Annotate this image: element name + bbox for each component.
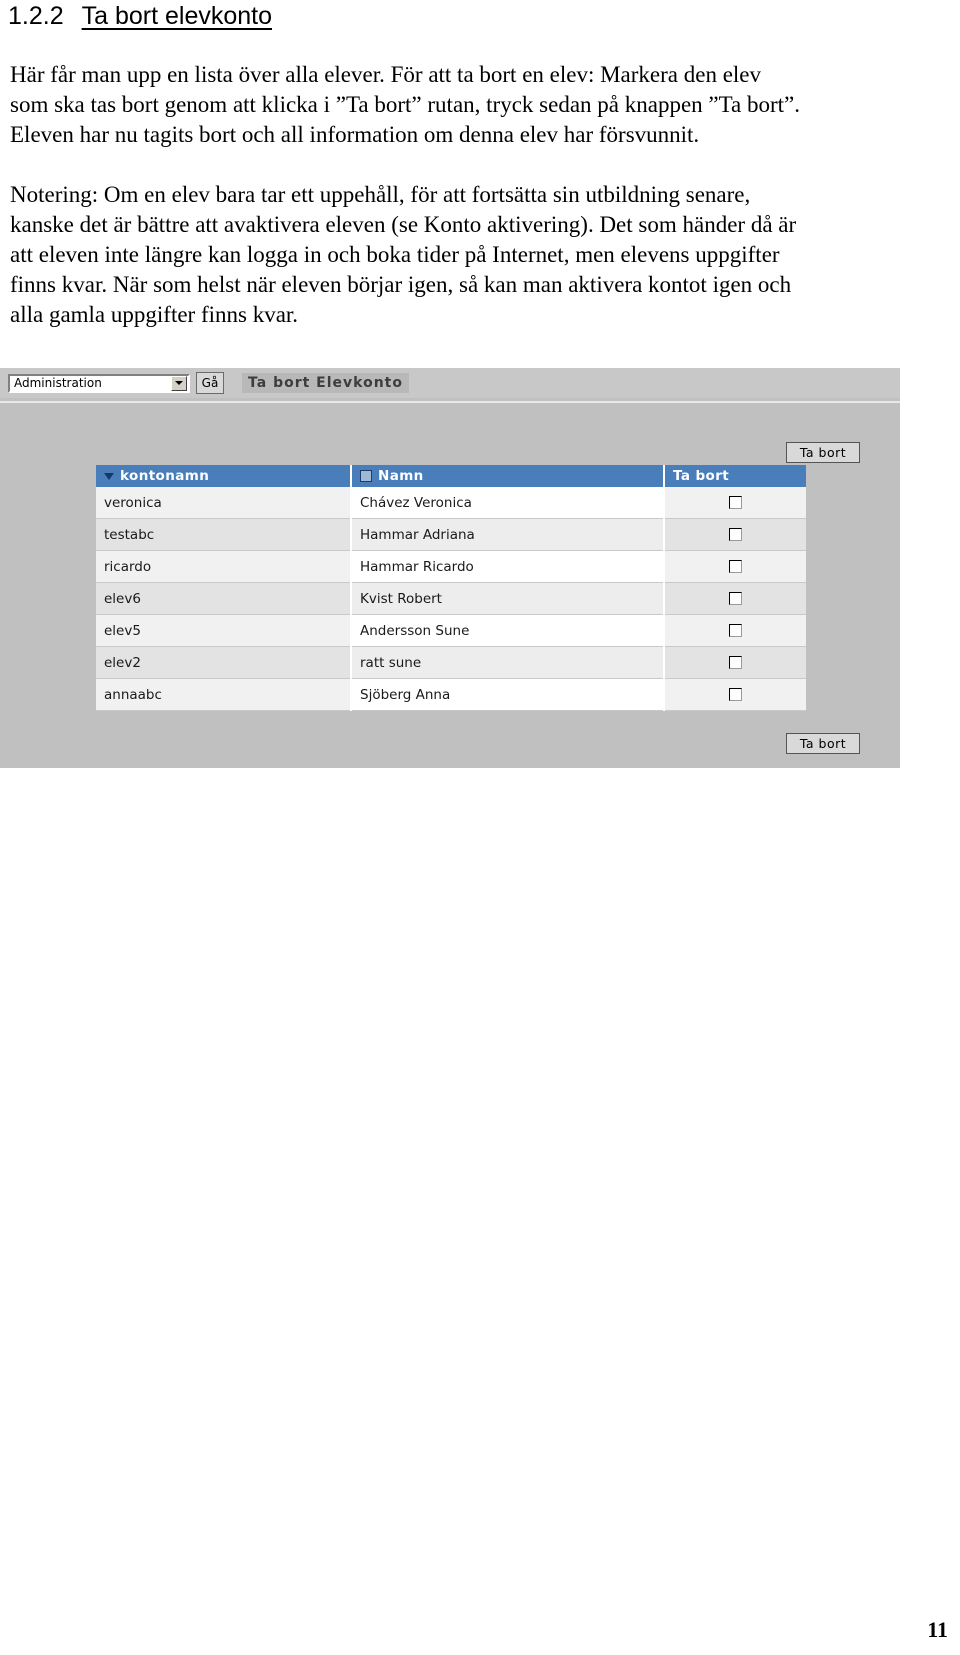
delete-checkbox[interactable]: [729, 624, 742, 637]
delete-button-row-top: Ta bort: [0, 442, 900, 463]
cell-kontonamn: testabc: [96, 518, 352, 551]
paragraph-line: som ska tas bort genom att klicka i ”Ta …: [10, 92, 801, 117]
table-header-row: kontonamn Namn Ta bort: [96, 465, 806, 487]
cell-kontonamn: elev2: [96, 646, 352, 679]
module-select[interactable]: Administration: [8, 373, 190, 393]
cell-namn: Hammar Ricardo: [351, 550, 665, 583]
paragraph-line: Notering: Om en elev bara tar ett uppehå…: [10, 182, 751, 207]
cell-namn: ratt sune: [351, 646, 665, 679]
paragraph-line: Eleven har nu tagits bort och all inform…: [10, 122, 700, 147]
page-number: 11: [927, 1617, 948, 1642]
column-header-kontonamn[interactable]: kontonamn: [96, 465, 352, 487]
paragraph-intro: Här får man upp en lista över alla eleve…: [10, 60, 940, 150]
delete-checkbox[interactable]: [729, 528, 742, 541]
cell-kontonamn: veronica: [96, 487, 352, 519]
cell-namn: Kvist Robert: [351, 582, 665, 615]
cell-kontonamn: annaabc: [96, 678, 352, 711]
column-header-ta-bort[interactable]: Ta bort: [664, 465, 806, 487]
paragraph-line: finns kvar. När som helst när eleven bör…: [10, 272, 792, 297]
go-button[interactable]: Gå: [196, 372, 224, 394]
cell-ta-bort[interactable]: [664, 614, 806, 647]
paragraph-line: att eleven inte längre kan logga in och …: [10, 242, 780, 267]
app-page-title: Ta bort Elevkonto: [242, 373, 409, 393]
delete-checkbox[interactable]: [729, 688, 742, 701]
sort-descending-icon: [104, 472, 114, 480]
chevron-down-icon[interactable]: [171, 375, 187, 391]
paragraph-line: kanske det är bättre att avaktivera elev…: [10, 212, 797, 237]
table-row[interactable]: elev2 ratt sune: [96, 646, 806, 679]
delete-button-row-bottom: Ta bort: [0, 733, 900, 754]
table-row[interactable]: elev6 Kvist Robert: [96, 582, 806, 615]
cell-namn: Sjöberg Anna: [351, 678, 665, 711]
cell-ta-bort[interactable]: [664, 550, 806, 583]
toolbar-divider: [0, 401, 900, 403]
delete-checkbox[interactable]: [729, 656, 742, 669]
cell-namn: Hammar Adriana: [351, 518, 665, 551]
delete-checkbox[interactable]: [729, 496, 742, 509]
delete-button-bottom[interactable]: Ta bort: [786, 733, 860, 754]
column-header-label: Ta bort: [673, 468, 730, 484]
table-row[interactable]: annaabc Sjöberg Anna: [96, 678, 806, 711]
document-page: { "heading": { "number": "1.2.2", "title…: [0, 0, 960, 1655]
table-row[interactable]: ricardo Hammar Ricardo: [96, 550, 806, 583]
cell-kontonamn: elev5: [96, 614, 352, 647]
column-header-label: Namn: [378, 468, 424, 484]
delete-checkbox[interactable]: [729, 592, 742, 605]
delete-button-top[interactable]: Ta bort: [786, 442, 860, 463]
table-row[interactable]: elev5 Andersson Sune: [96, 614, 806, 647]
delete-checkbox[interactable]: [729, 560, 742, 573]
cell-ta-bort[interactable]: [664, 582, 806, 615]
paragraph-line: alla gamla uppgifter finns kvar.: [10, 302, 299, 327]
cell-namn: Chávez Veronica: [351, 487, 665, 519]
heading-title: Ta bort elevkonto: [81, 2, 273, 30]
column-header-namn[interactable]: Namn: [351, 465, 665, 487]
cell-ta-bort[interactable]: [664, 678, 806, 711]
table-row[interactable]: testabc Hammar Adriana: [96, 518, 806, 551]
column-header-label: kontonamn: [120, 468, 210, 484]
cell-namn: Andersson Sune: [351, 614, 665, 647]
cell-ta-bort[interactable]: [664, 487, 806, 519]
cell-kontonamn: ricardo: [96, 550, 352, 583]
paragraph-line: Här får man upp en lista över alla eleve…: [10, 62, 762, 87]
app-toolbar: Administration Gå Ta bort Elevkonto: [0, 368, 900, 398]
column-box-icon: [360, 470, 372, 482]
student-accounts-table: kontonamn Namn Ta bort veronica Chávez V…: [96, 465, 806, 711]
page-heading: 1.2.2 Ta bort elevkonto: [8, 2, 272, 31]
cell-ta-bort[interactable]: [664, 518, 806, 551]
cell-kontonamn: elev6: [96, 582, 352, 615]
paragraph-note: Notering: Om en elev bara tar ett uppehå…: [10, 180, 940, 330]
module-select-value: Administration: [14, 376, 102, 390]
heading-number: 1.2.2: [8, 2, 64, 30]
table-row[interactable]: veronica Chávez Veronica: [96, 487, 806, 519]
cell-ta-bort[interactable]: [664, 646, 806, 679]
